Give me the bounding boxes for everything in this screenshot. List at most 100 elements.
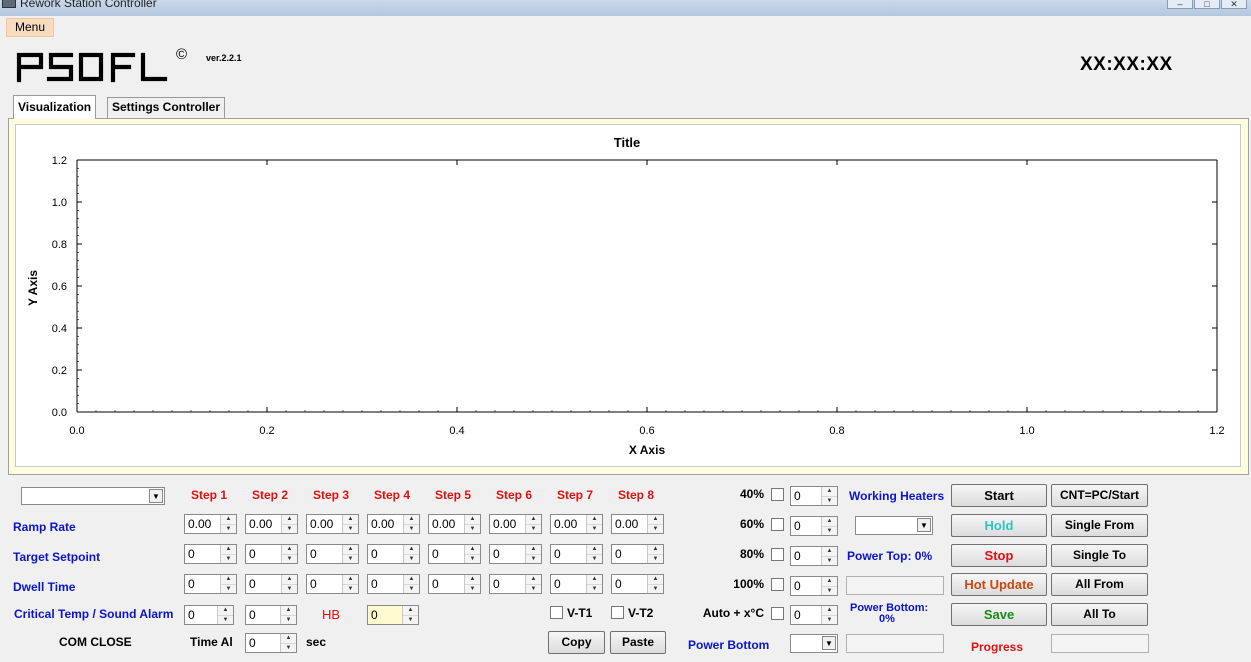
heater-level-input[interactable]: 0 ▲ ▼: [790, 486, 838, 506]
copy-button[interactable]: Copy: [548, 631, 605, 654]
spin-up-icon[interactable]: ▲: [822, 517, 837, 526]
spin-down-icon[interactable]: ▼: [648, 553, 663, 564]
spin-down-icon[interactable]: ▼: [587, 553, 602, 564]
spin-down-icon[interactable]: ▼: [822, 614, 837, 625]
spin-down-icon[interactable]: ▼: [282, 583, 297, 594]
spin-up-icon[interactable]: ▲: [822, 606, 837, 615]
spin-down-icon[interactable]: ▼: [587, 583, 602, 594]
target-setpoint-step-8-input[interactable]: 0 ▲ ▼: [611, 544, 664, 564]
spin-down-icon[interactable]: ▼: [404, 523, 419, 534]
target-setpoint-step-1-input[interactable]: 0 ▲ ▼: [184, 544, 237, 564]
spin-down-icon[interactable]: ▼: [281, 642, 296, 653]
spin-down-icon[interactable]: ▼: [587, 523, 602, 534]
heater-level-checkbox[interactable]: [771, 488, 784, 501]
power-bottom-select[interactable]: ▼: [790, 634, 838, 653]
spin-up-icon[interactable]: ▲: [404, 575, 419, 584]
spin-up-icon[interactable]: ▲: [648, 515, 663, 524]
critical-temp-input[interactable]: 0 ▲ ▼: [184, 605, 234, 625]
vt1-checkbox[interactable]: [550, 606, 563, 619]
dwell-time-step-8-input[interactable]: 0 ▲ ▼: [611, 574, 664, 594]
heater-level-input[interactable]: 0 ▲ ▼: [790, 576, 838, 596]
heater-level-checkbox[interactable]: [771, 578, 784, 591]
spin-up-icon[interactable]: ▲: [404, 515, 419, 524]
spin-down-icon[interactable]: ▼: [465, 553, 480, 564]
spin-down-icon[interactable]: ▼: [218, 614, 233, 625]
heater-level-checkbox[interactable]: [771, 518, 784, 531]
ramp-rate-step-4-input[interactable]: 0.00 ▲ ▼: [367, 514, 420, 534]
spin-down-icon[interactable]: ▼: [465, 583, 480, 594]
spin-up-icon[interactable]: ▲: [343, 545, 358, 554]
spin-up-icon[interactable]: ▲: [221, 545, 236, 554]
spin-up-icon[interactable]: ▲: [587, 545, 602, 554]
spin-up-icon[interactable]: ▲: [282, 515, 297, 524]
ramp-rate-step-5-input[interactable]: 0.00 ▲ ▼: [428, 514, 481, 534]
target-setpoint-step-4-input[interactable]: 0 ▲ ▼: [367, 544, 420, 564]
ramp-rate-step-7-input[interactable]: 0.00 ▲ ▼: [550, 514, 603, 534]
working-heaters-select[interactable]: ▼: [855, 516, 933, 535]
target-setpoint-step-2-input[interactable]: 0 ▲ ▼: [245, 544, 298, 564]
dwell-time-step-5-input[interactable]: 0 ▲ ▼: [428, 574, 481, 594]
spin-up-icon[interactable]: ▲: [648, 545, 663, 554]
save-button[interactable]: Save: [951, 603, 1047, 626]
spin-up-icon[interactable]: ▲: [403, 606, 418, 615]
hot-update-button[interactable]: Hot Update: [951, 573, 1047, 596]
heater-level-checkbox[interactable]: [771, 548, 784, 561]
dwell-time-step-6-input[interactable]: 0 ▲ ▼: [489, 574, 542, 594]
stop-button[interactable]: Stop: [951, 544, 1047, 567]
cnt-pc-start-button[interactable]: CNT=PC/Start: [1051, 484, 1148, 507]
chevron-down-icon[interactable]: ▼: [822, 636, 836, 650]
heater-level-input[interactable]: 0 ▲ ▼: [790, 516, 838, 536]
heater-level-input[interactable]: 0 ▲ ▼: [790, 546, 838, 566]
spin-down-icon[interactable]: ▼: [822, 525, 837, 536]
spin-up-icon[interactable]: ▲: [465, 575, 480, 584]
paste-button[interactable]: Paste: [610, 631, 666, 654]
spin-down-icon[interactable]: ▼: [343, 583, 358, 594]
spin-down-icon[interactable]: ▼: [221, 583, 236, 594]
ramp-rate-step-2-input[interactable]: 0.00 ▲ ▼: [245, 514, 298, 534]
target-setpoint-step-3-input[interactable]: 0 ▲ ▼: [306, 544, 359, 564]
hold-button[interactable]: Hold: [951, 514, 1047, 537]
tab-settings-controller[interactable]: Settings Controller: [107, 97, 226, 118]
spin-up-icon[interactable]: ▲: [282, 575, 297, 584]
spin-down-icon[interactable]: ▼: [465, 523, 480, 534]
spin-up-icon[interactable]: ▲: [221, 515, 236, 524]
dwell-time-step-1-input[interactable]: 0 ▲ ▼: [184, 574, 237, 594]
all-from-button[interactable]: All From: [1051, 573, 1148, 596]
spin-down-icon[interactable]: ▼: [343, 523, 358, 534]
spin-down-icon[interactable]: ▼: [404, 553, 419, 564]
spin-up-icon[interactable]: ▲: [526, 545, 541, 554]
spin-up-icon[interactable]: ▲: [648, 575, 663, 584]
spin-up-icon[interactable]: ▲: [221, 575, 236, 584]
spin-down-icon[interactable]: ▼: [648, 523, 663, 534]
dwell-time-step-3-input[interactable]: 0 ▲ ▼: [306, 574, 359, 594]
spin-down-icon[interactable]: ▼: [822, 585, 837, 596]
spin-down-icon[interactable]: ▼: [221, 553, 236, 564]
spin-up-icon[interactable]: ▲: [343, 515, 358, 524]
spin-up-icon[interactable]: ▲: [465, 545, 480, 554]
spin-down-icon[interactable]: ▼: [526, 553, 541, 564]
spin-up-icon[interactable]: ▲: [526, 575, 541, 584]
dwell-time-step-7-input[interactable]: 0 ▲ ▼: [550, 574, 603, 594]
dwell-time-step-2-input[interactable]: 0 ▲ ▼: [245, 574, 298, 594]
ramp-rate-step-6-input[interactable]: 0.00 ▲ ▼: [489, 514, 542, 534]
spin-down-icon[interactable]: ▼: [822, 555, 837, 566]
spin-down-icon[interactable]: ▼: [404, 583, 419, 594]
spin-up-icon[interactable]: ▲: [822, 577, 837, 586]
start-button[interactable]: Start: [951, 484, 1047, 507]
spin-down-icon[interactable]: ▼: [343, 553, 358, 564]
spin-down-icon[interactable]: ▼: [822, 495, 837, 506]
spin-up-icon[interactable]: ▲: [587, 515, 602, 524]
spin-up-icon[interactable]: ▲: [822, 547, 837, 556]
all-to-button[interactable]: All To: [1051, 603, 1148, 626]
spin-up-icon[interactable]: ▲: [822, 487, 837, 496]
spin-up-icon[interactable]: ▲: [526, 515, 541, 524]
spin-up-icon[interactable]: ▲: [282, 545, 297, 554]
single-to-button[interactable]: Single To: [1051, 544, 1148, 567]
chevron-down-icon[interactable]: ▼: [149, 489, 163, 503]
spin-down-icon[interactable]: ▼: [282, 523, 297, 534]
tab-visualization[interactable]: Visualization: [13, 95, 97, 119]
close-icon[interactable]: ✕: [1221, 0, 1247, 9]
chevron-down-icon[interactable]: ▼: [917, 518, 931, 532]
minimize-icon[interactable]: –: [1167, 0, 1193, 9]
ramp-rate-step-1-input[interactable]: 0.00 ▲ ▼: [184, 514, 237, 534]
